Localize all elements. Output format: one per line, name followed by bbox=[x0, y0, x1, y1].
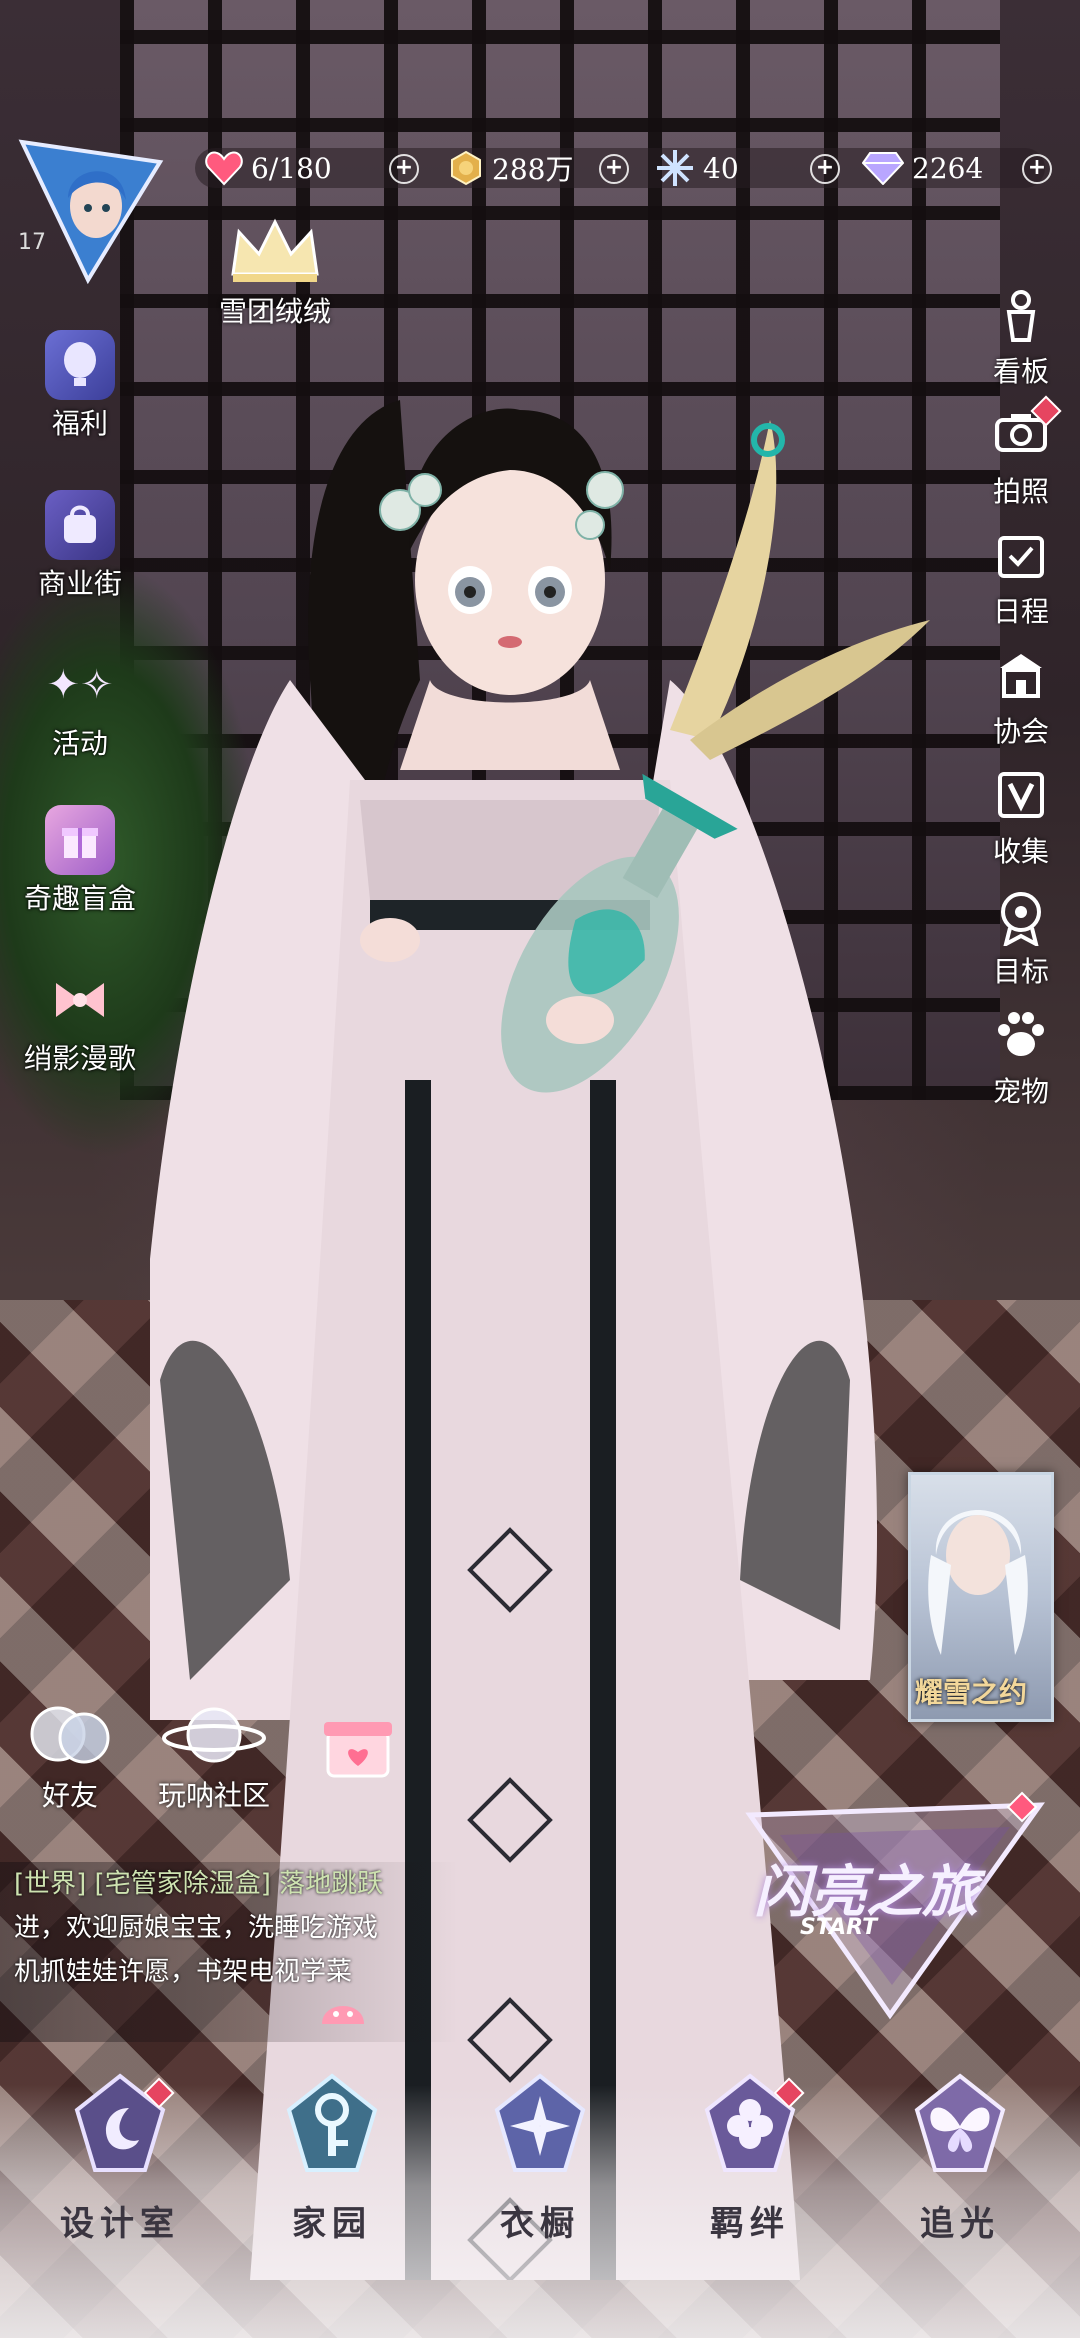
building-icon bbox=[991, 650, 1051, 710]
photo-label: 拍照 bbox=[992, 475, 1049, 508]
shining-journey-banner[interactable]: 闪亮之旅 START bbox=[740, 1785, 1050, 2025]
start-banner-sub: START bbox=[800, 1915, 878, 1940]
gift-box-icon bbox=[45, 805, 115, 875]
collection-button[interactable]: 收集 bbox=[966, 770, 1076, 870]
crystal-flower-icon bbox=[494, 2073, 586, 2172]
chat-mascot-icon[interactable] bbox=[318, 1990, 368, 2026]
nav-bond-label: 羁绊 bbox=[710, 2204, 790, 2244]
event-card-portrait bbox=[928, 1510, 1028, 1655]
chat-line-2: 进，欢迎厨娘宝宝，洗睡吃游戏 bbox=[14, 1913, 379, 1943]
chat-line-1: [世界] [宅管家除湿盒] 落地跳跃 bbox=[14, 1869, 384, 1899]
calendar-icon bbox=[991, 530, 1051, 590]
pet-label: 宠物 bbox=[992, 1075, 1049, 1108]
gold-coin-icon bbox=[451, 150, 481, 186]
association-label: 协会 bbox=[992, 715, 1049, 748]
board-label: 看板 bbox=[992, 355, 1049, 388]
planet-icon bbox=[162, 1707, 266, 1763]
paw-icon bbox=[991, 1010, 1051, 1070]
snowflake-value: 40 bbox=[703, 151, 739, 185]
nav-wardrobe-label: 衣橱 bbox=[500, 2204, 580, 2244]
heart-stamina-icon bbox=[205, 151, 243, 186]
add-snowflake-button[interactable]: + bbox=[810, 154, 840, 184]
nav-home-label: 家园 bbox=[292, 2204, 372, 2244]
activity-label: 活动 bbox=[51, 727, 108, 760]
nav-chase-light[interactable]: 追光 bbox=[885, 2070, 1035, 2245]
nav-chase-light-label: 追光 bbox=[920, 2204, 1000, 2244]
collection-icon bbox=[991, 770, 1051, 830]
player-title-badge[interactable]: 雪团绒绒 bbox=[210, 218, 340, 330]
friends-icon bbox=[30, 1706, 110, 1764]
crown-icon bbox=[231, 218, 319, 282]
medal-icon bbox=[991, 890, 1051, 950]
stamina-value: 6/180 bbox=[251, 151, 332, 185]
nav-wardrobe[interactable]: 衣橱 bbox=[465, 2070, 615, 2245]
nav-home[interactable]: 家园 bbox=[257, 2070, 407, 2245]
snowflake-icon bbox=[657, 150, 693, 186]
shadow-song-button[interactable]: 绡影漫歌 bbox=[10, 965, 150, 1077]
gold-counter: 288万 bbox=[448, 146, 573, 190]
snowflake-counter: 40 bbox=[655, 146, 739, 190]
stamina-counter: 6/180 bbox=[205, 146, 332, 190]
nav-design-studio-label: 设计室 bbox=[60, 2204, 180, 2244]
add-diamond-button[interactable]: + bbox=[1022, 154, 1052, 184]
friends-button[interactable]: 好友 bbox=[20, 1700, 120, 1814]
nav-bond[interactable]: 羁绊 bbox=[675, 2070, 825, 2245]
event-card-title: 耀雪之约 bbox=[915, 1676, 1028, 1709]
event-card[interactable]: 耀雪之约 bbox=[908, 1472, 1054, 1722]
add-gold-button[interactable]: + bbox=[599, 154, 629, 184]
schedule-button[interactable]: 日程 bbox=[966, 530, 1076, 630]
activity-button[interactable]: ✦✧ 活动 bbox=[10, 650, 150, 762]
add-stamina-button[interactable]: + bbox=[389, 154, 419, 184]
blind-box-label: 奇趣盲盒 bbox=[23, 882, 136, 915]
butterfly-icon bbox=[914, 2073, 1006, 2172]
nav-design-studio[interactable]: 设计室 bbox=[45, 2070, 195, 2245]
commercial-street-button[interactable]: 商业街 bbox=[10, 490, 150, 602]
key-icon bbox=[286, 2073, 378, 2172]
community-label: 玩呐社区 bbox=[158, 1779, 271, 1812]
welfare-label: 福利 bbox=[51, 407, 108, 440]
commercial-street-label: 商业街 bbox=[37, 567, 122, 600]
schedule-label: 日程 bbox=[992, 595, 1049, 628]
gift-box-button[interactable] bbox=[322, 1708, 394, 1780]
blind-box-button[interactable]: 奇趣盲盒 bbox=[10, 805, 150, 917]
shadow-song-label: 绡影漫歌 bbox=[23, 1042, 136, 1075]
player-avatar[interactable] bbox=[18, 138, 164, 284]
photo-button[interactable]: 拍照 bbox=[966, 410, 1076, 510]
balloon-icon bbox=[45, 330, 115, 400]
bow-icon bbox=[45, 965, 115, 1035]
stars-icon: ✦✧ bbox=[46, 662, 114, 708]
pet-button[interactable]: 宠物 bbox=[966, 1010, 1076, 1110]
gold-value: 288万 bbox=[492, 153, 574, 186]
community-button[interactable]: 玩呐社区 bbox=[158, 1700, 270, 1814]
goal-label: 目标 bbox=[992, 955, 1049, 988]
collection-label: 收集 bbox=[992, 835, 1049, 868]
diamond-counter: 2264 bbox=[862, 146, 983, 190]
shopping-bag-icon bbox=[45, 490, 115, 560]
chat-line-3: 机抓娃娃许愿，书架电视学菜 bbox=[14, 1957, 353, 1987]
diamond-value: 2264 bbox=[912, 151, 984, 185]
world-chat-panel[interactable]: [世界] [宅管家除湿盒] 落地跳跃 进，欢迎厨娘宝宝，洗睡吃游戏 机抓娃娃许愿… bbox=[0, 1862, 458, 2042]
player-level: 17 bbox=[18, 230, 46, 255]
goal-button[interactable]: 目标 bbox=[966, 890, 1076, 990]
friends-label: 好友 bbox=[41, 1779, 98, 1812]
association-button[interactable]: 协会 bbox=[966, 650, 1076, 750]
mannequin-icon bbox=[991, 290, 1051, 350]
diamond-icon bbox=[862, 152, 904, 185]
welfare-button[interactable]: 福利 bbox=[10, 330, 150, 442]
board-button[interactable]: 看板 bbox=[966, 290, 1076, 390]
player-title: 雪团绒绒 bbox=[218, 295, 331, 328]
